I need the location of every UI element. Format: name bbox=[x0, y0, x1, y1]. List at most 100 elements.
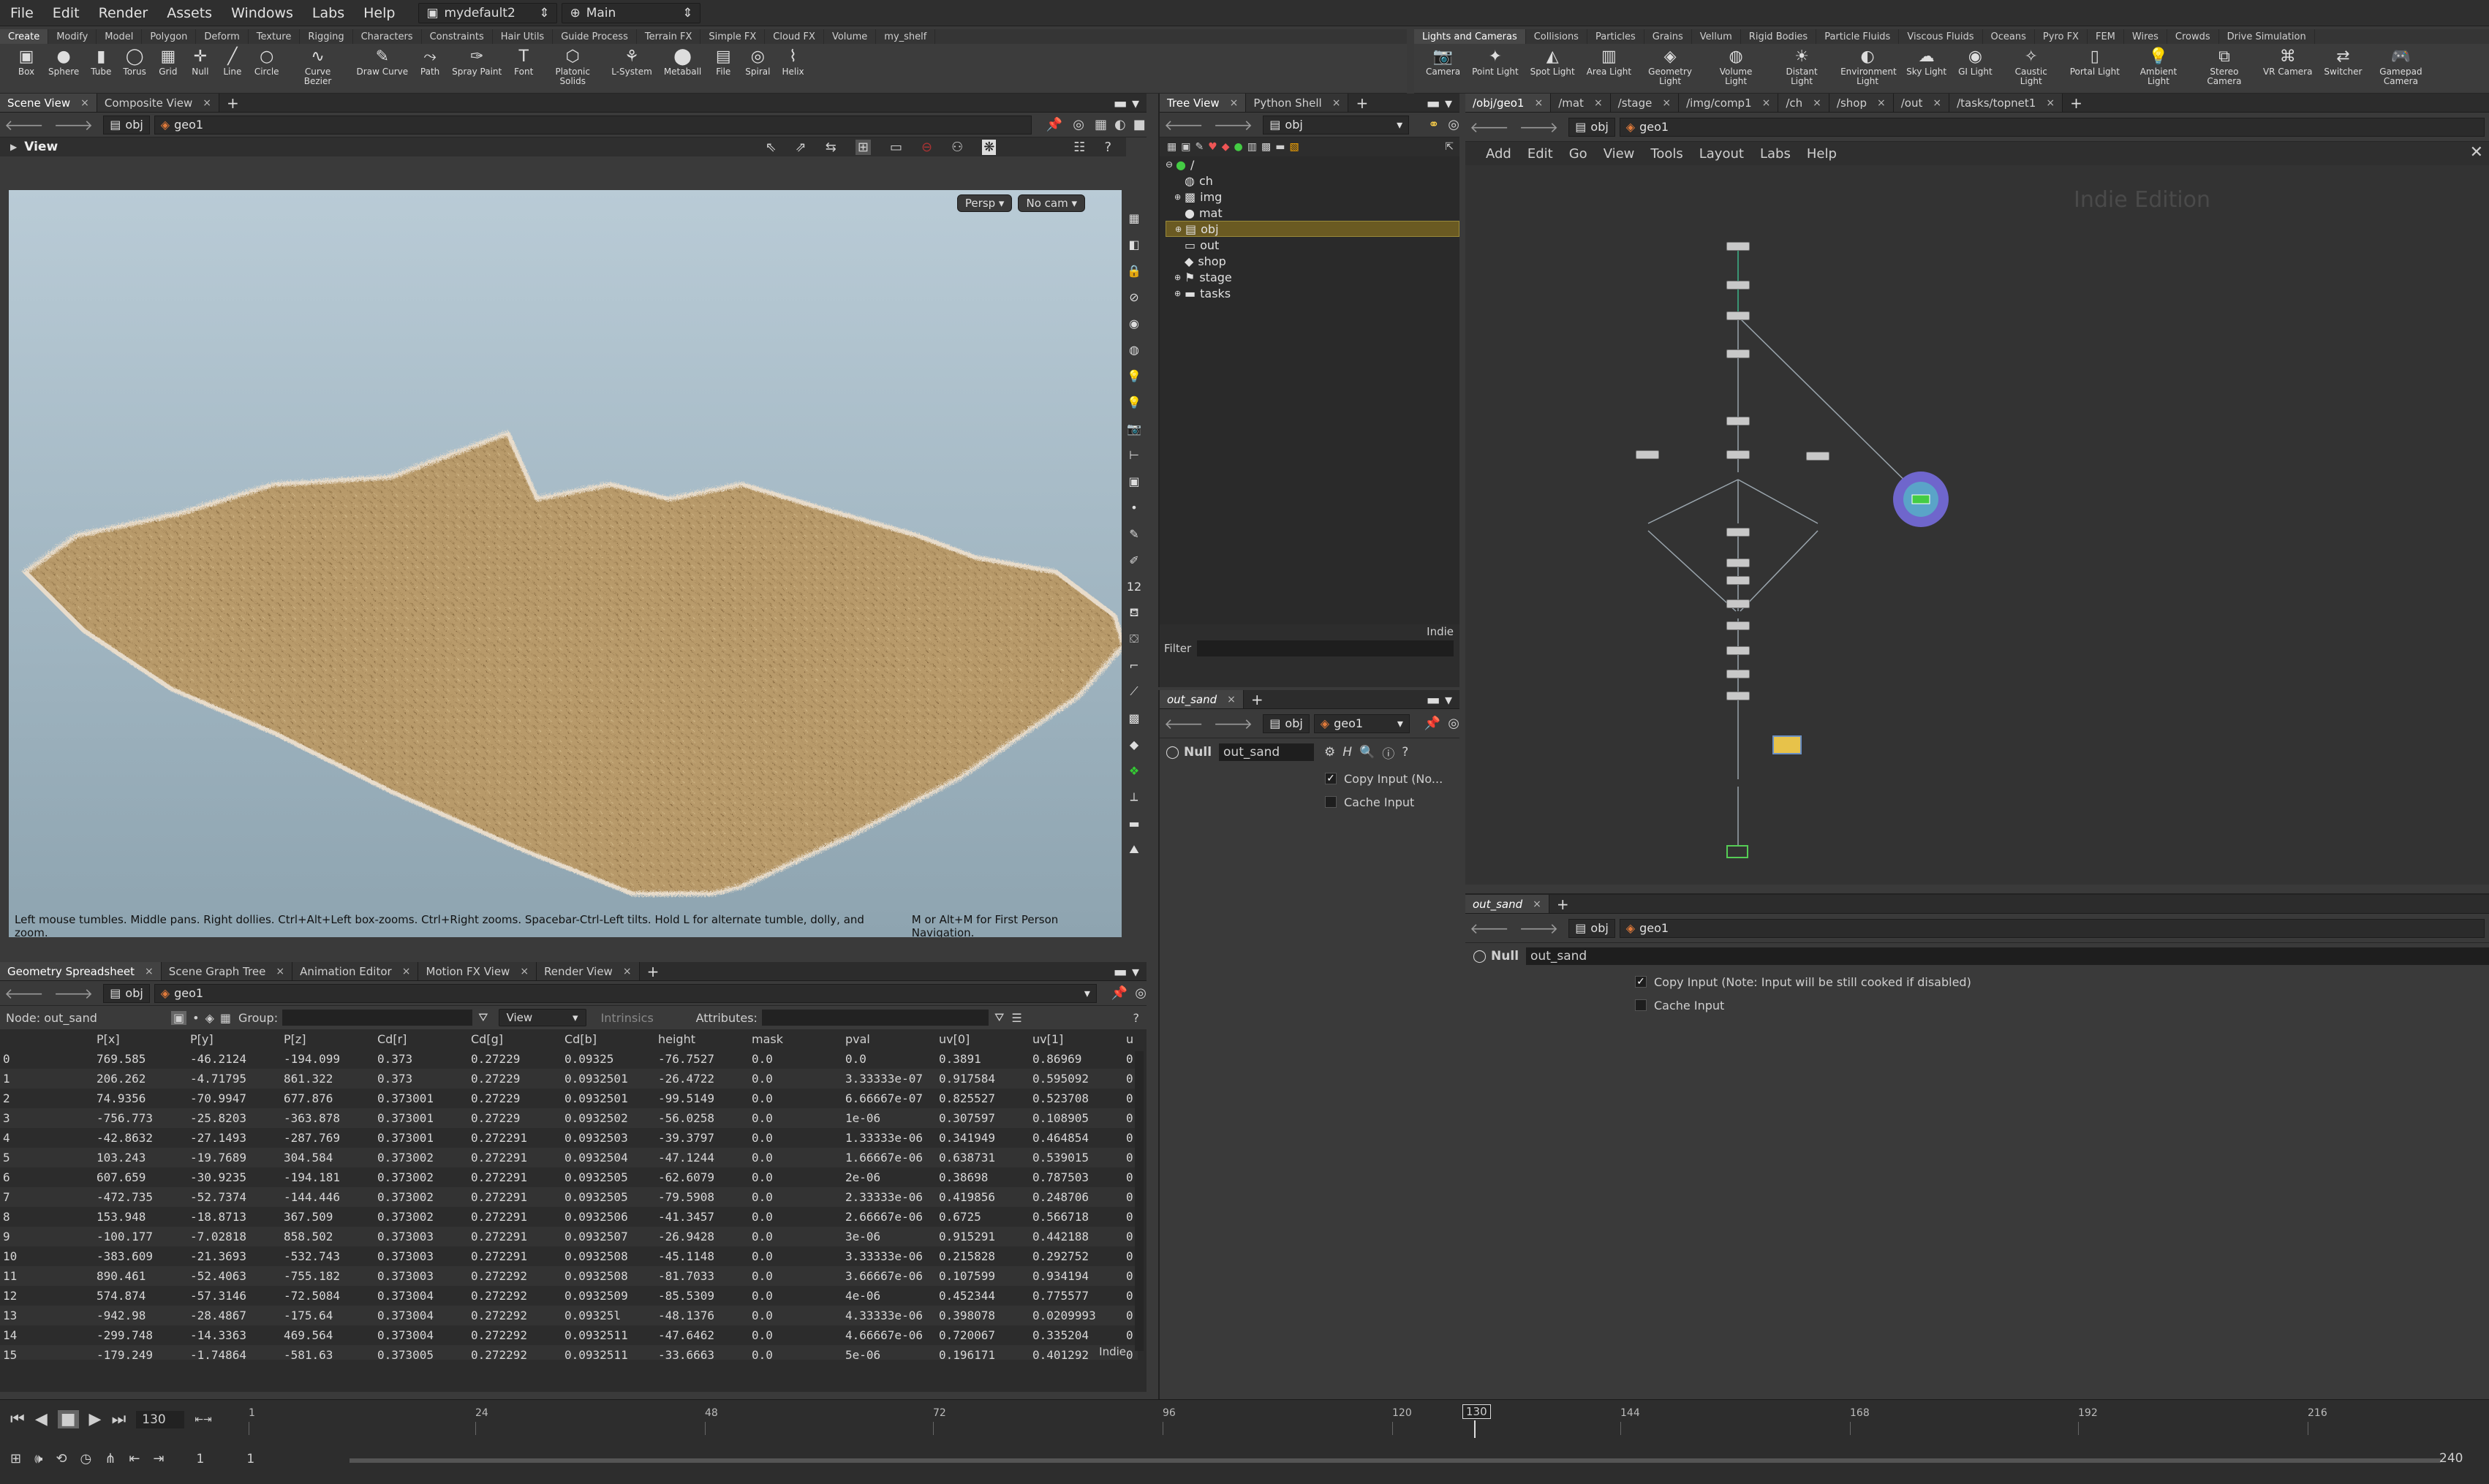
camera-tool-icon[interactable]: 📷 bbox=[1124, 418, 1144, 439]
shelf-tab-particle-fluids[interactable]: Particle Fluids bbox=[1816, 29, 1900, 44]
tree-item-obj[interactable]: ⊕ ▤ obj bbox=[1166, 221, 1459, 237]
column-header[interactable]: uv[1] bbox=[1030, 1029, 1123, 1049]
tree-item-shop[interactable]: ◆ shop bbox=[1166, 253, 1459, 269]
network-menu-labs[interactable]: Labs bbox=[1760, 146, 1791, 162]
tab-out-sand[interactable]: out_sand × bbox=[1160, 690, 1244, 708]
tool-line[interactable]: ╱ Line bbox=[222, 47, 243, 77]
jump-end-icon[interactable]: ⏭ bbox=[111, 1410, 126, 1428]
vertices-mode-icon[interactable]: • bbox=[192, 1011, 199, 1025]
column-header[interactable]: Cd[b] bbox=[562, 1029, 655, 1049]
settings-icon[interactable]: ◎ bbox=[1448, 117, 1459, 132]
close-icon[interactable]: × bbox=[1762, 97, 1771, 109]
wireframe-icon[interactable]: ▦ bbox=[1124, 208, 1144, 228]
camera-icon[interactable]: ⚇ bbox=[951, 140, 963, 155]
shelf-tab-cloud-fx[interactable]: Cloud FX bbox=[765, 29, 824, 44]
shelf-tab-crowds[interactable]: Crowds bbox=[2167, 29, 2219, 44]
end-frame-field[interactable]: 240 bbox=[2439, 1451, 2463, 1466]
tool-gamepad-camera[interactable]: 🎮 Gamepad Camera bbox=[2373, 47, 2428, 86]
table-row[interactable]: 11 890.461 -52.4063 -755.182 0.373003 0.27229… bbox=[0, 1266, 1138, 1286]
network-menu-tools[interactable]: Tools bbox=[1650, 146, 1682, 162]
tool-area-light[interactable]: ▥ Area Light bbox=[1587, 47, 1631, 77]
back-arrow-icon[interactable]: 🡐 bbox=[4, 985, 44, 1002]
pin-icon[interactable]: 📌 bbox=[1046, 117, 1062, 132]
timeline-track[interactable]: 130 1 24 48 72 96 120 144 168 192 216 bbox=[249, 1404, 2442, 1438]
tree-item-img[interactable]: ⊕ ▩ img bbox=[1166, 189, 1459, 205]
vertical-scrollbar[interactable] bbox=[1135, 1051, 1144, 1351]
network-node[interactable] bbox=[1726, 692, 1750, 700]
menu-help[interactable]: Help bbox=[363, 5, 395, 21]
measure-icon[interactable]: ⊢ bbox=[1124, 444, 1144, 465]
tool-ambient-light[interactable]: 💡 Ambient Light bbox=[2131, 47, 2186, 86]
tab-stage[interactable]: /stage × bbox=[1610, 94, 1680, 112]
tab-img-comp1[interactable]: /img/comp1 × bbox=[1679, 94, 1779, 112]
breadcrumb-geo1[interactable]: ◈ geo1 bbox=[1619, 918, 2485, 938]
tab-mat[interactable]: /mat × bbox=[1551, 94, 1611, 112]
menu-file[interactable]: File bbox=[10, 5, 34, 21]
lights-icon[interactable]: ◉ bbox=[1124, 313, 1144, 333]
column-header[interactable]: height bbox=[655, 1029, 749, 1049]
tool-file[interactable]: ▤ File bbox=[713, 47, 733, 77]
forward-arrow-icon[interactable]: 🡒 bbox=[1214, 715, 1253, 732]
tool-spiral[interactable]: ◎ Spiral bbox=[745, 47, 770, 77]
tree-tool-6-icon[interactable]: ● bbox=[1234, 141, 1243, 153]
close-icon[interactable]: × bbox=[276, 966, 284, 977]
stamp-icon[interactable]: ⛋ bbox=[1124, 629, 1144, 649]
toggle-icon[interactable]: ▬ bbox=[1124, 813, 1144, 833]
pin-icon[interactable]: 📌 bbox=[1111, 985, 1128, 1001]
forward-arrow-icon[interactable]: 🡒 bbox=[54, 116, 94, 134]
range-start-field[interactable]: 1 bbox=[246, 1452, 254, 1466]
transform-tool-icon[interactable]: ⇗ bbox=[796, 140, 807, 155]
shelf-tab-guide-process[interactable]: Guide Process bbox=[553, 29, 637, 44]
tool-gi-light[interactable]: ◉ GI Light bbox=[1958, 47, 1993, 77]
breadcrumb-obj[interactable]: ▤ obj bbox=[1568, 918, 1615, 938]
close-icon[interactable]: × bbox=[203, 97, 211, 109]
pin-icon[interactable]: 📌 bbox=[1424, 716, 1440, 731]
tree-tool-3-icon[interactable]: ✎ bbox=[1195, 141, 1204, 153]
search-icon[interactable]: 🔍 bbox=[1359, 745, 1375, 760]
lock-icon[interactable]: 🔒 bbox=[1124, 260, 1144, 281]
shelf-tab-characters[interactable]: Characters bbox=[353, 29, 422, 44]
copy-input-checkbox[interactable]: ✓ bbox=[1325, 773, 1337, 784]
tab-tasks-topnet1[interactable]: /tasks/topnet1 × bbox=[1949, 94, 2063, 112]
add-tab-button[interactable]: + bbox=[2063, 94, 2090, 112]
close-pane-icon[interactable]: ✕ bbox=[2470, 143, 2483, 162]
shelf-tab-vellum[interactable]: Vellum bbox=[1692, 29, 1741, 44]
network-node[interactable] bbox=[1726, 599, 1750, 608]
shelf-tab-deform[interactable]: Deform bbox=[196, 29, 249, 44]
shelf-tab-texture[interactable]: Texture bbox=[249, 29, 301, 44]
shelf-tab-viscous-fluids[interactable]: Viscous Fluids bbox=[1899, 29, 1983, 44]
menu-edit[interactable]: Edit bbox=[53, 5, 80, 21]
help-icon[interactable]: ? bbox=[1402, 745, 1408, 760]
link-icon[interactable]: ◎ bbox=[1073, 117, 1084, 132]
tab-python-shell[interactable]: Python Shell × bbox=[1246, 94, 1349, 112]
tree-tool-9-icon[interactable]: ▬ bbox=[1275, 141, 1285, 153]
tool-box[interactable]: ▣ Box bbox=[16, 47, 37, 77]
tool-switcher[interactable]: ⇄ Switcher bbox=[2324, 47, 2362, 77]
ghost-icon[interactable]: ⊘ bbox=[1124, 287, 1144, 307]
display-options-icon[interactable]: ▦ bbox=[1095, 117, 1107, 132]
network-node[interactable] bbox=[1726, 528, 1750, 537]
corner-icon[interactable]: ⌐ bbox=[1124, 655, 1144, 675]
eyedropper-icon[interactable]: ⟂ bbox=[1124, 787, 1144, 807]
forward-arrow-icon[interactable]: 🡒 bbox=[1519, 920, 1559, 937]
network-node[interactable] bbox=[1726, 559, 1750, 567]
tool-environment-light[interactable]: ◐ Environment Light bbox=[1840, 47, 1897, 86]
audio-icon[interactable]: 🕪 bbox=[34, 1451, 42, 1466]
brush-icon[interactable]: ✎ bbox=[1124, 523, 1144, 544]
table-row[interactable]: 0 769.585 -46.2124 -194.099 0.373 0.27229 0.09… bbox=[0, 1049, 1138, 1069]
persp-dropdown[interactable]: Persp ▾ bbox=[956, 194, 1013, 212]
table-row[interactable]: 9 -100.177 -7.02818 858.502 0.373003 0.272291… bbox=[0, 1227, 1138, 1246]
add-tab-button[interactable]: + bbox=[219, 94, 246, 112]
range-slider[interactable] bbox=[350, 1458, 2441, 1463]
realtime-icon[interactable]: ◷ bbox=[80, 1451, 92, 1466]
network-node[interactable] bbox=[1806, 452, 1829, 461]
group-input[interactable] bbox=[282, 1010, 473, 1026]
filter-input[interactable] bbox=[1197, 640, 1454, 656]
menu-assets[interactable]: Assets bbox=[167, 5, 212, 21]
shelf-tab-model[interactable]: Model bbox=[97, 29, 143, 44]
tree-tool-10-icon[interactable]: ▧ bbox=[1289, 141, 1299, 153]
tool-metaball[interactable]: ⬤ Metaball bbox=[664, 47, 701, 77]
shelf-tab-simple-fx[interactable]: Simple FX bbox=[700, 29, 766, 44]
breadcrumb-obj[interactable]: ▤ obj bbox=[1568, 117, 1615, 137]
column-header[interactable] bbox=[0, 1029, 94, 1049]
